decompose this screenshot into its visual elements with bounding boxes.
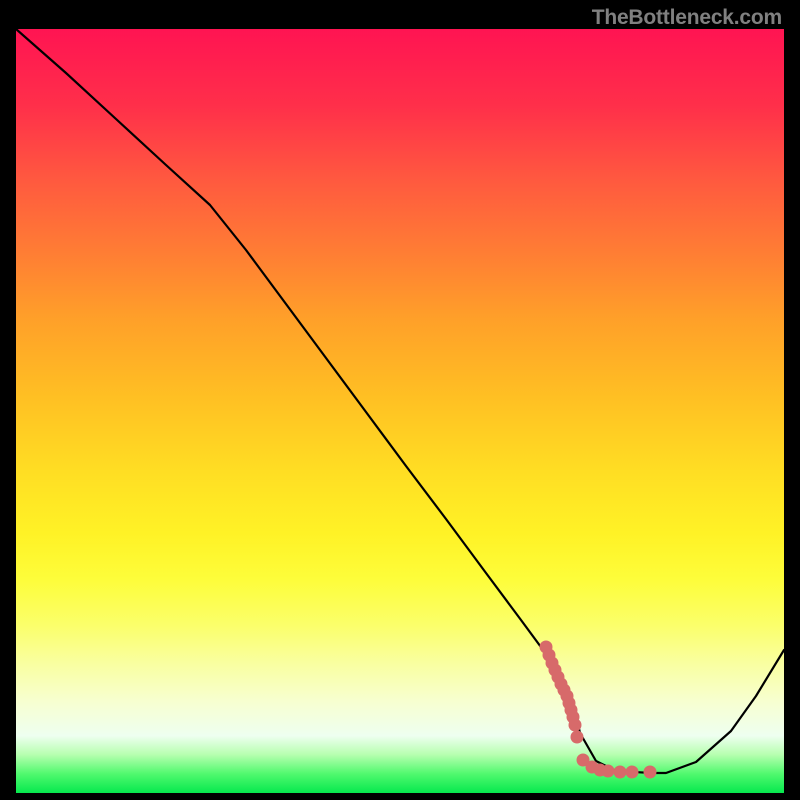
highlight-dot: [644, 766, 657, 779]
highlight-dots-group: [540, 641, 657, 779]
highlight-dot: [571, 731, 584, 744]
highlight-dot: [626, 766, 639, 779]
watermark-text: TheBottleneck.com: [592, 6, 782, 30]
highlight-dot: [569, 719, 582, 732]
highlight-dot: [614, 766, 627, 779]
chart-area: [16, 29, 784, 793]
chart-svg: [16, 29, 784, 793]
main-curve: [16, 29, 784, 773]
highlight-dot: [602, 765, 615, 778]
